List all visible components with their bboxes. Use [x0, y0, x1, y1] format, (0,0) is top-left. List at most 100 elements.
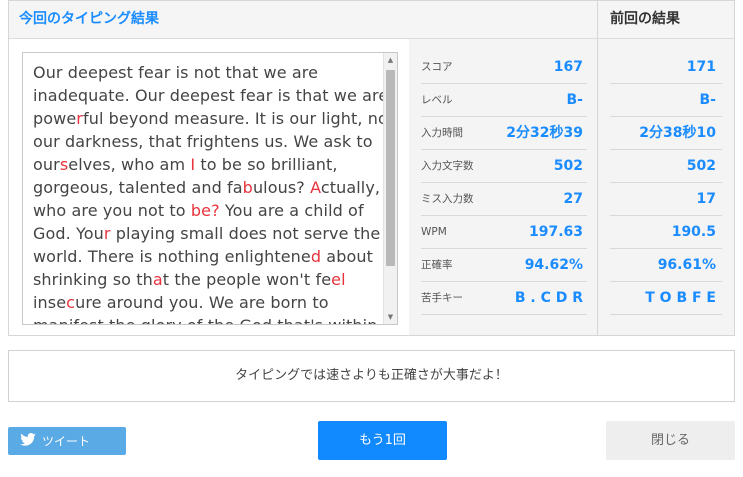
tweet-button[interactable]: ツイート	[8, 427, 126, 455]
passage-line: our darkness, that frightens us. We ask …	[33, 130, 383, 153]
passage-segment: who are you not to	[33, 201, 191, 220]
prev-stat-row-accuracy: 96.61%	[610, 249, 722, 282]
prev-stat-row-misses: 17	[610, 183, 722, 216]
passage-segment: inadequate. Our deepest fear is that we …	[33, 86, 389, 105]
mistyped-char: s	[59, 155, 69, 174]
passage-segment: about	[321, 247, 373, 266]
stat-label-misses: ミス入力数	[421, 193, 474, 205]
mistyped-char: b	[242, 178, 253, 197]
prev-stat-row-level: B-	[610, 84, 722, 117]
prev-stat-row-score: 171	[610, 51, 722, 84]
stat-value-weak-keys: B . C D R	[514, 290, 583, 306]
stat-row-chars: 入力文字数 502	[421, 150, 587, 183]
passage-line: inadequate. Our deepest fear is that we …	[33, 84, 388, 107]
passage-segment: elves, who am	[68, 155, 191, 174]
mistyped-char: r	[103, 224, 111, 243]
scroll-down-arrow-icon[interactable]: ▼	[384, 310, 397, 324]
scroll-up-arrow-icon[interactable]: ▲	[384, 53, 397, 67]
current-stats-column: スコア 167 レベル B- 入力時間 2分32秒39 入力文字数 502 ミス…	[409, 39, 598, 335]
passage-segment: You are a child of	[219, 201, 364, 220]
passage-line: manifest the glory of the God that's wit…	[33, 314, 383, 324]
advice-message: タイピングでは速さよりも正確さが大事だよ！	[8, 350, 735, 402]
typed-passage-box[interactable]: Our deepest fear is not that we are inade…	[22, 52, 398, 325]
stat-row-weak-keys: 苦手キー B . C D R	[421, 282, 587, 315]
results-panel: 今回のタイピング結果 前回の結果 Our deepest fear is not…	[8, 0, 735, 336]
close-button[interactable]: 閉じる	[606, 421, 735, 460]
scroll-thumb[interactable]	[386, 70, 395, 266]
passage-segment: manifest the glory of the God that's wit…	[33, 316, 377, 324]
passage-line: Our deepest fear is not that we are	[33, 61, 383, 84]
passage-segment: world. There is nothing enlightene	[33, 247, 311, 266]
prev-stat-value-chars: 502	[686, 158, 716, 174]
passage-segment: ure around you. We are born to	[75, 293, 329, 312]
typed-passage-text: Our deepest fear is not that we are inade…	[33, 61, 394, 324]
stat-row-level: レベル B-	[421, 84, 587, 117]
mistyped-char: el	[331, 270, 346, 289]
prev-stat-value-wpm: 190.5	[671, 224, 716, 240]
passage-segment: to be so brilliant,	[195, 155, 338, 174]
passage-segment: Our deepest fear is not that we are	[33, 63, 319, 82]
passage-line: God. Your playing small does not serve t…	[33, 222, 383, 245]
previous-result-title: 前回の結果	[598, 1, 734, 39]
stat-value-accuracy: 94.62%	[524, 257, 583, 273]
stat-value-misses: 27	[563, 191, 583, 207]
passage-segment: inse	[33, 293, 67, 312]
stat-row-misses: ミス入力数 27	[421, 183, 587, 216]
mistyped-char: c	[66, 293, 76, 312]
stat-label-weak-keys: 苦手キー	[421, 292, 463, 304]
stat-row-time: 入力時間 2分32秒39	[421, 117, 587, 150]
passage-line: who are you not to be? You are a child o…	[33, 199, 383, 222]
mistyped-char: A	[310, 178, 321, 197]
stat-row-accuracy: 正確率 94.62%	[421, 249, 587, 282]
passage-segment: gorgeous, talented and fa	[33, 178, 243, 197]
prev-stat-value-misses: 17	[696, 191, 716, 207]
passage-line: powerful beyond measure. It is our light…	[33, 107, 394, 130]
passage-segment: shrinking so th	[33, 270, 153, 289]
stat-value-wpm: 197.63	[528, 224, 583, 240]
prev-stat-value-time: 2分38秒10	[639, 125, 716, 141]
passage-scrollbar[interactable]: ▲ ▼	[383, 53, 397, 324]
prev-stat-row-wpm: 190.5	[610, 216, 722, 249]
prev-stat-value-weak-keys: T O B F E	[645, 290, 716, 306]
stat-label-time: 入力時間	[421, 127, 463, 139]
passage-segment: ful beyond measure. It is our light, not	[82, 109, 395, 128]
mistyped-char: r	[76, 109, 83, 128]
passage-line: insecure around you. We are born to	[33, 291, 383, 314]
passage-segment: ulous?	[252, 178, 311, 197]
passage-line: world. There is nothing enlightened abou…	[33, 245, 383, 268]
prev-stat-value-accuracy: 96.61%	[657, 257, 716, 273]
stat-label-wpm: WPM	[421, 226, 447, 238]
passage-line: ourselves, who am I to be so brilliant,	[33, 153, 383, 176]
prev-stat-row-weak-keys: T O B F E	[610, 282, 722, 315]
passage-line: gorgeous, talented and fabulous? Actuall…	[33, 176, 383, 199]
twitter-bird-icon	[20, 428, 36, 456]
passage-segment: ctually,	[320, 178, 381, 197]
stat-label-accuracy: 正確率	[421, 259, 453, 271]
stat-label-level: レベル	[421, 94, 453, 106]
mistyped-char: be?	[190, 201, 220, 220]
retry-button[interactable]: もう1回	[318, 421, 447, 460]
passage-segment: our	[33, 155, 60, 174]
stat-row-wpm: WPM 197.63	[421, 216, 587, 249]
stat-label-chars: 入力文字数	[421, 160, 474, 172]
stat-row-score: スコア 167	[421, 51, 587, 84]
passage-segment: t the people won't fe	[162, 270, 332, 289]
prev-stat-value-score: 171	[686, 59, 716, 75]
stat-value-time: 2分32秒39	[506, 125, 583, 141]
stat-label-score: スコア	[421, 61, 453, 73]
tweet-button-label: ツイート	[42, 434, 91, 449]
passage-segment: our darkness, that frightens us. We ask …	[33, 132, 373, 151]
mistyped-char: a	[152, 270, 163, 289]
prev-stat-row-time: 2分38秒10	[610, 117, 722, 150]
stat-value-chars: 502	[553, 158, 583, 174]
stat-value-score: 167	[553, 59, 583, 75]
passage-line: shrinking so that the people won't feel	[33, 268, 383, 291]
mistyped-char: d	[310, 247, 322, 266]
prev-stat-row-chars: 502	[610, 150, 722, 183]
passage-segment: playing small does not serve the	[110, 224, 381, 243]
stat-value-level: B-	[566, 92, 583, 108]
prev-stat-value-level: B-	[699, 92, 716, 108]
passage-segment: God. You	[33, 224, 104, 243]
passage-segment: powe	[33, 109, 77, 128]
current-result-title: 今回のタイピング結果	[9, 1, 598, 39]
